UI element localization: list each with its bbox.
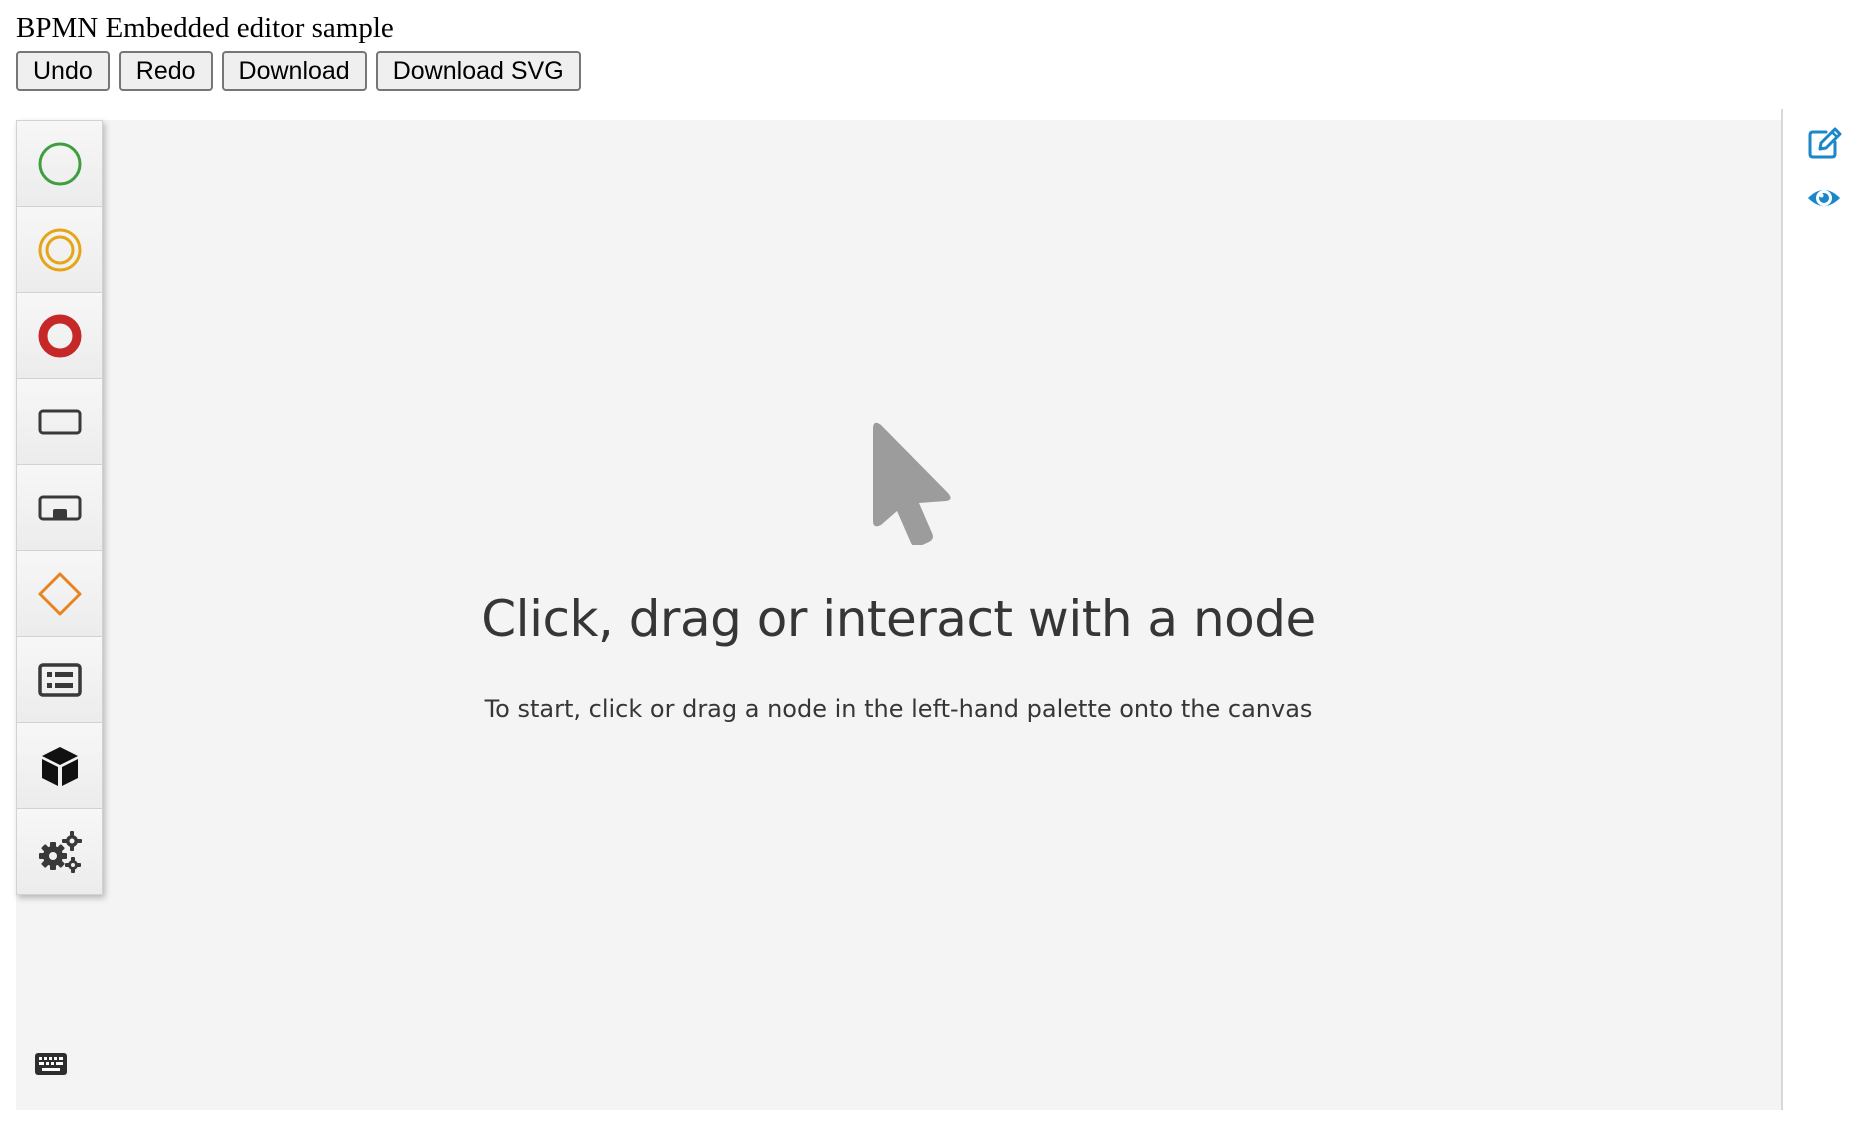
node-palette bbox=[16, 120, 103, 895]
palette-item-gateway[interactable] bbox=[16, 551, 103, 637]
end-event-icon bbox=[38, 314, 81, 357]
data-object-icon bbox=[37, 662, 82, 697]
palette-item-start-event[interactable] bbox=[16, 120, 103, 207]
edit-icon[interactable] bbox=[1806, 125, 1842, 161]
toolbar: Undo Redo Download Download SVG bbox=[16, 51, 581, 91]
start-event-icon bbox=[38, 142, 81, 185]
palette-item-custom-node[interactable] bbox=[16, 723, 103, 809]
keyboard-icon[interactable] bbox=[34, 1051, 68, 1077]
download-button[interactable]: Download bbox=[221, 51, 367, 91]
intermediate-event-icon bbox=[38, 228, 81, 271]
page-title: BPMN Embedded editor sample bbox=[16, 12, 394, 44]
service-task-icon bbox=[38, 830, 82, 873]
palette-item-task[interactable] bbox=[16, 379, 103, 465]
undo-button[interactable]: Undo bbox=[16, 51, 110, 91]
preview-icon[interactable] bbox=[1806, 180, 1842, 216]
download-svg-button[interactable]: Download SVG bbox=[375, 51, 581, 91]
palette-item-data-object[interactable] bbox=[16, 637, 103, 723]
task-icon bbox=[38, 409, 81, 434]
diagram-canvas[interactable] bbox=[16, 120, 1781, 1110]
subprocess-icon bbox=[38, 495, 81, 520]
palette-item-intermediate-event[interactable] bbox=[16, 207, 103, 293]
redo-button[interactable]: Redo bbox=[118, 51, 213, 91]
gateway-icon bbox=[38, 572, 81, 615]
right-panel bbox=[1781, 109, 1864, 1110]
custom-node-icon bbox=[41, 746, 78, 786]
palette-item-end-event[interactable] bbox=[16, 293, 103, 379]
palette-item-service-task[interactable] bbox=[16, 809, 103, 895]
palette-item-subprocess[interactable] bbox=[16, 465, 103, 551]
